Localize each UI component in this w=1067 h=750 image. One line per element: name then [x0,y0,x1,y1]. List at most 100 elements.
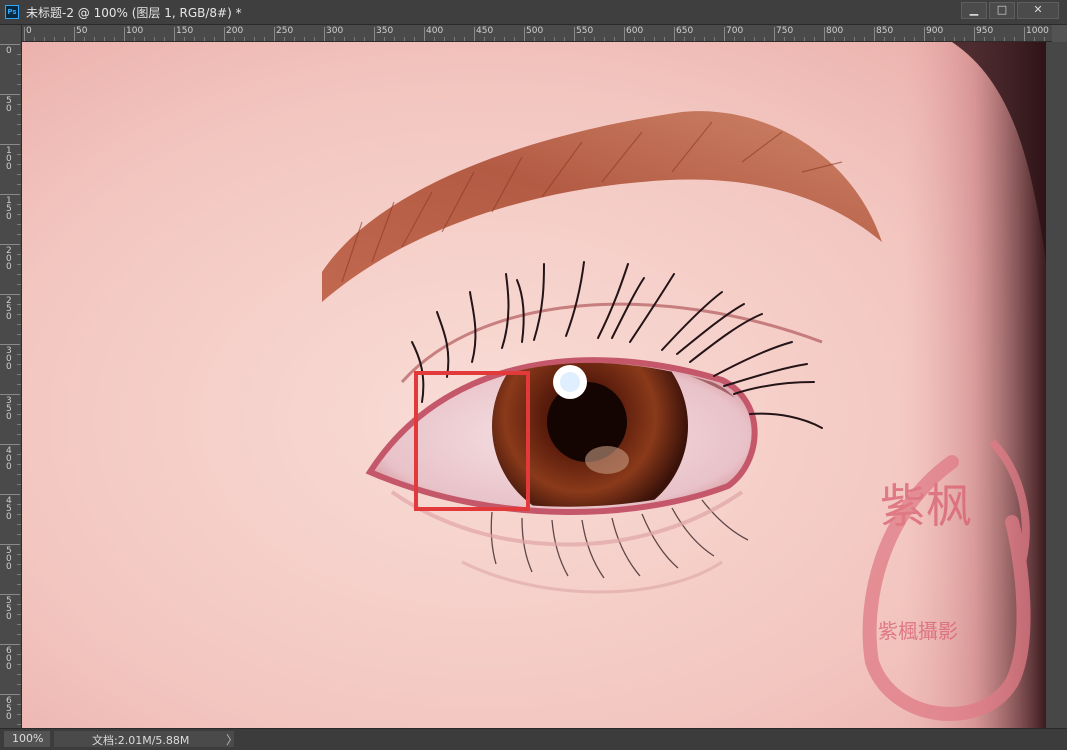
status-menu-arrow-icon[interactable]: 〉 [226,731,238,748]
ruler-minor-tick [44,37,45,41]
ruler-tick [0,494,20,495]
ruler-minor-tick [17,134,21,135]
ruler-tick [0,194,20,195]
watermark-large-text: 紫枫 [880,479,972,533]
ruler-tick [0,644,20,645]
ruler-minor-tick [17,174,21,175]
ruler-tick [0,694,20,695]
document-size-info: 文档:2.01M/5.88M [92,734,190,747]
ruler-minor-tick [17,234,21,235]
ruler-label: 800 [826,26,844,36]
ruler-tick [774,27,775,41]
ruler-minor-tick [54,37,55,41]
ruler-minor-tick [17,604,21,605]
document-title-bar[interactable]: Ps 未标题-2 @ 100% (图层 1, RGB/8#) * ▁ □ ✕ [0,0,1067,25]
ruler-minor-tick [17,654,21,655]
ruler-minor-tick [17,374,21,375]
ruler-minor-tick [17,304,21,305]
ruler-minor-tick [17,54,21,55]
ruler-minor-tick [17,104,21,105]
ruler-minor-tick [17,354,21,355]
ruler-minor-tick [454,37,455,41]
ruler-minor-tick [154,37,155,41]
ruler-minor-tick [17,204,21,205]
ruler-minor-tick [514,37,515,41]
ruler-minor-tick [794,37,795,41]
ruler-minor-tick [784,37,785,41]
ruler-label: 400 [426,26,444,36]
ruler-label: 300 [326,26,344,36]
ruler-minor-tick [17,474,21,475]
ruler-minor-tick [284,37,285,41]
ruler-minor-tick [34,37,35,41]
ruler-corner[interactable] [0,25,22,42]
ruler-minor-tick [614,37,615,41]
ruler-minor-tick [844,37,845,41]
ruler-minor-tick [17,504,21,505]
ruler-minor-tick [17,464,21,465]
close-button[interactable]: ✕ [1017,2,1059,19]
zoom-field[interactable]: 100% [4,731,50,747]
ruler-minor-tick [744,37,745,41]
ruler-minor-tick [17,454,21,455]
ruler-minor-tick [64,37,65,41]
ruler-label: 300 [6,346,12,372]
status-bar: 100% 文档:2.01M/5.88M 〉 [0,728,1067,750]
ruler-label: 500 [526,26,544,36]
ruler-minor-tick [494,37,495,41]
ruler-minor-tick [17,514,21,515]
ruler-minor-tick [864,37,865,41]
ruler-minor-tick [254,37,255,41]
ruler-label: 250 [6,296,12,322]
ruler-minor-tick [854,37,855,41]
ruler-label: 700 [726,26,744,36]
close-icon: ✕ [1033,3,1043,16]
ruler-minor-tick [104,37,105,41]
ruler-minor-tick [434,37,435,41]
ruler-label: 850 [876,26,894,36]
ruler-minor-tick [17,584,21,585]
ruler-minor-tick [17,624,21,625]
ruler-label: 750 [776,26,794,36]
ruler-minor-tick [17,224,21,225]
ruler-tick [224,27,225,41]
ruler-tick [574,27,575,41]
horizontal-ruler[interactable]: 0 50 100 150 200 250 300 350 400 450 500 550 600 650 7… [22,25,1052,42]
ruler-tick [0,294,20,295]
ruler-minor-tick [17,254,21,255]
ruler-minor-tick [17,84,21,85]
ruler-minor-tick [17,714,21,715]
maximize-button[interactable]: □ [989,2,1015,19]
ruler-minor-tick [314,37,315,41]
ruler-minor-tick [544,37,545,41]
ruler-minor-tick [17,574,21,575]
minimize-button[interactable]: ▁ [961,2,987,19]
ruler-minor-tick [244,37,245,41]
ruler-minor-tick [17,414,21,415]
ruler-minor-tick [694,37,695,41]
ruler-label: 200 [6,246,12,272]
ruler-minor-tick [17,634,21,635]
maximize-icon: □ [996,3,1008,16]
ruler-minor-tick [804,37,805,41]
ruler-label: 50 [76,26,88,36]
document-canvas[interactable]: 紫枫 紫楓攝影 [22,42,1046,728]
ruler-minor-tick [17,284,21,285]
vertical-ruler[interactable]: 0501001502002503003504004505005506006507… [0,42,22,728]
ruler-label: 500 [6,546,12,572]
ruler-minor-tick [17,724,21,725]
ruler-label: 450 [6,496,12,522]
ruler-tick [624,27,625,41]
ruler-tick [1024,27,1025,41]
ruler-minor-tick [384,37,385,41]
ruler-minor-tick [754,37,755,41]
ruler-tick [324,27,325,41]
ruler-minor-tick [17,424,21,425]
ruler-minor-tick [994,37,995,41]
ruler-minor-tick [604,37,605,41]
ruler-label: 600 [6,646,12,672]
ruler-minor-tick [234,37,235,41]
ruler-minor-tick [984,37,985,41]
photoshop-icon: Ps [5,5,19,19]
ruler-minor-tick [684,37,685,41]
